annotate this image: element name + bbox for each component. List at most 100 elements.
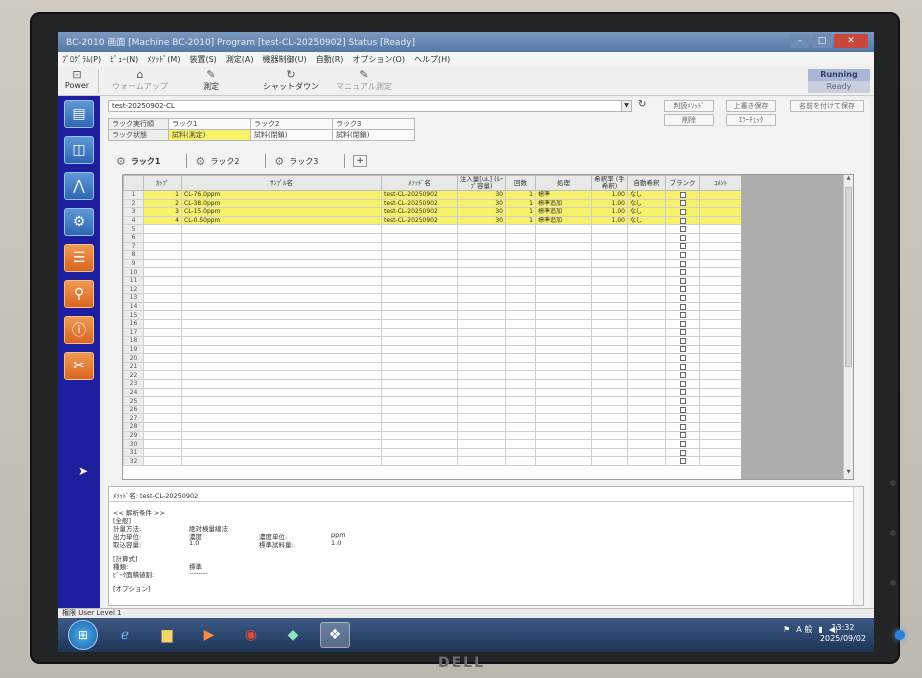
auto-dilution-cell[interactable] [627, 404, 666, 415]
sample-name-cell[interactable] [181, 430, 382, 441]
process-cell[interactable] [535, 396, 592, 406]
sample-name-cell[interactable] [181, 379, 382, 389]
blank-checkbox[interactable] [679, 372, 686, 379]
blank-checkbox[interactable] [679, 226, 686, 233]
menu-auto[interactable]: 自動(R) [316, 54, 344, 65]
comment-cell[interactable] [699, 250, 742, 260]
grid-header-9[interactable]: ブランク [665, 175, 700, 191]
cup-cell[interactable] [143, 396, 182, 406]
warmup-button[interactable]: ⌂ ウォームアップ [108, 68, 172, 94]
comment-cell[interactable] [699, 439, 742, 449]
menu-control[interactable]: 機器制御(U) [263, 54, 307, 65]
cup-cell[interactable] [143, 413, 182, 424]
volume-cell[interactable] [457, 430, 506, 441]
process-cell[interactable] [535, 430, 592, 441]
table-row[interactable]: 15 [123, 310, 742, 320]
scroll-down-icon[interactable]: ▼ [844, 469, 853, 479]
cup-cell[interactable]: 2 [143, 198, 182, 209]
blank-checkbox[interactable] [679, 200, 686, 207]
method-name-cell[interactable] [381, 379, 458, 389]
table-row[interactable]: 17 [123, 327, 742, 338]
taskbar-ie-button[interactable]: ℯ [110, 622, 140, 648]
cup-cell[interactable] [143, 293, 182, 303]
dilution-cell[interactable] [591, 379, 628, 389]
table-row[interactable]: 10 [123, 267, 742, 277]
comment-cell[interactable] [699, 215, 742, 226]
auto-dilution-cell[interactable] [627, 387, 666, 398]
method-name-cell[interactable] [381, 258, 458, 269]
method-name-cell[interactable] [381, 353, 458, 363]
auto-dilution-cell[interactable] [627, 232, 666, 243]
row-number[interactable]: 3 [123, 207, 144, 217]
cup-cell[interactable] [143, 284, 182, 295]
auto-dilution-cell[interactable] [627, 301, 666, 312]
count-cell[interactable] [505, 284, 536, 295]
grid-header-10[interactable]: ｺﾒﾝﾄ [699, 175, 742, 191]
count-cell[interactable] [505, 310, 536, 320]
table-row[interactable]: 30 [123, 439, 742, 449]
menu-device[interactable]: 装置(S) [189, 54, 216, 65]
sidebar-sequence-button[interactable]: ◫ [64, 136, 94, 164]
method-name-cell[interactable] [381, 318, 458, 329]
blank-checkbox-cell[interactable] [665, 404, 700, 415]
blank-checkbox[interactable] [679, 432, 686, 439]
blank-checkbox[interactable] [679, 320, 686, 327]
count-cell[interactable] [505, 439, 536, 449]
row-number[interactable]: 11 [123, 275, 144, 286]
blank-checkbox[interactable] [679, 337, 686, 344]
cup-cell[interactable] [143, 361, 182, 372]
start-button[interactable]: ⊞ [68, 620, 98, 650]
dilution-cell[interactable] [591, 430, 628, 441]
process-cell[interactable] [535, 258, 592, 269]
comment-cell[interactable] [699, 198, 742, 209]
auto-dilution-cell[interactable] [627, 430, 666, 441]
table-row[interactable]: 27 [123, 413, 742, 424]
method-name-cell[interactable] [381, 439, 458, 449]
process-cell[interactable] [535, 456, 592, 466]
table-row[interactable]: 1 1 CL-76.0ppm test-CL-20250902 30 1 標準 1.00 なし [123, 190, 742, 200]
count-cell[interactable] [505, 232, 536, 243]
dilution-cell[interactable] [591, 370, 628, 381]
volume-cell[interactable] [457, 301, 506, 312]
process-cell[interactable] [535, 387, 592, 398]
table-row[interactable]: 9 [123, 258, 742, 269]
blank-checkbox[interactable] [679, 277, 686, 284]
row-number[interactable]: 18 [123, 336, 144, 346]
table-row[interactable]: 3 3 CL-15.0ppm test-CL-20250902 30 1 標準追加 1.00 な… [123, 207, 742, 217]
count-cell[interactable] [505, 241, 536, 252]
table-row[interactable]: 21 [123, 361, 742, 372]
row-number[interactable]: 19 [123, 344, 144, 355]
clock[interactable]: 13:32 2025/09/02 [820, 622, 866, 644]
dilution-cell[interactable] [591, 241, 628, 252]
volume-cell[interactable] [457, 344, 506, 355]
process-cell[interactable]: 標準追加 [535, 198, 592, 209]
auto-dilution-cell[interactable] [627, 284, 666, 295]
cup-cell[interactable] [143, 353, 182, 363]
dilution-cell[interactable] [591, 413, 628, 424]
blank-checkbox-cell[interactable] [665, 336, 700, 346]
comment-cell[interactable] [699, 387, 742, 398]
process-cell[interactable] [535, 267, 592, 277]
grid-header-1[interactable]: ｶｯﾌﾟ [143, 175, 182, 191]
method-name-cell[interactable]: test-CL-20250902 [381, 190, 458, 200]
count-cell[interactable] [505, 336, 536, 346]
table-row[interactable]: 26 [123, 404, 742, 415]
comment-cell[interactable] [699, 404, 742, 415]
blank-checkbox-cell[interactable] [665, 310, 700, 320]
row-number[interactable]: 7 [123, 241, 144, 252]
blank-checkbox-cell[interactable] [665, 379, 700, 389]
process-cell[interactable] [535, 293, 592, 303]
volume-cell[interactable] [457, 293, 506, 303]
volume-cell[interactable] [457, 275, 506, 286]
dilution-cell[interactable] [591, 439, 628, 449]
count-cell[interactable] [505, 344, 536, 355]
comment-cell[interactable] [699, 258, 742, 269]
process-cell[interactable] [535, 284, 592, 295]
menu-program[interactable]: ﾌﾟﾛｸﾞﾗﾑ(P) [62, 54, 101, 65]
row-number[interactable]: 10 [123, 267, 144, 277]
blank-checkbox-cell[interactable] [665, 387, 700, 398]
sample-name-cell[interactable] [181, 301, 382, 312]
shutdown-button[interactable]: ↻ シャットダウン [256, 68, 326, 94]
cup-cell[interactable] [143, 318, 182, 329]
blank-checkbox-cell[interactable] [665, 353, 700, 363]
